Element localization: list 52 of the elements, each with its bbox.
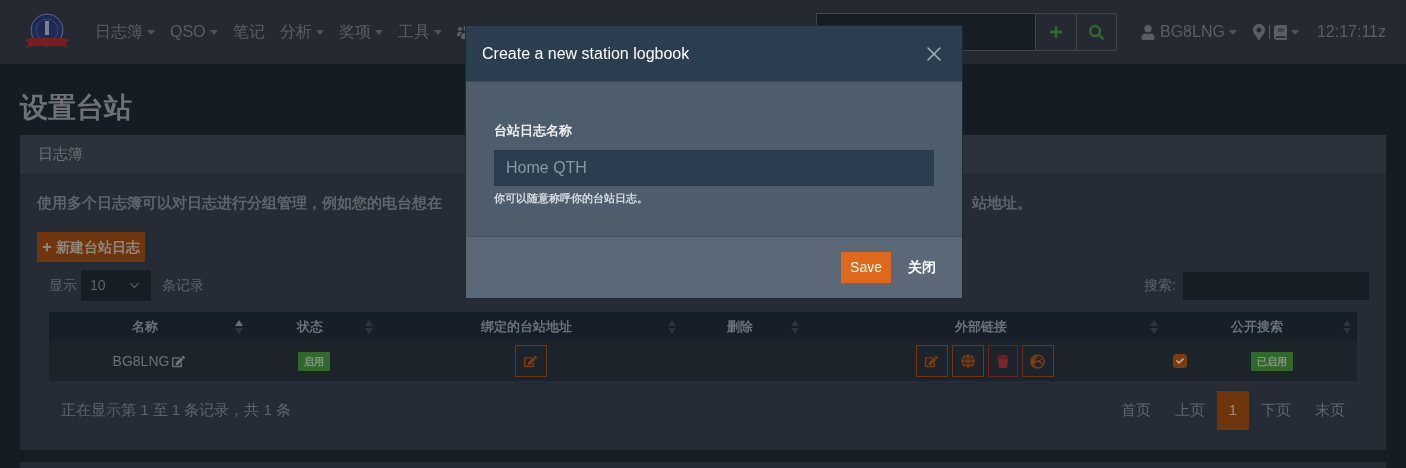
add-button[interactable] [1036,13,1076,51]
pagination-button[interactable]: 1 [1216,391,1249,430]
logbook-menu[interactable] [1273,24,1299,40]
page-title: 设置台站 [20,91,133,125]
book-icon [1273,24,1287,40]
column-header[interactable]: 公开搜索 [1170,316,1343,337]
page-length-select[interactable]: 10 [81,270,151,301]
public-checkbox[interactable] [1173,354,1187,368]
station-name: BG8LNG [112,351,170,371]
edit-location-button[interactable] [514,345,547,377]
caret-icon [1228,29,1237,35]
check-icon [1176,357,1184,365]
description-text: 使用多个日志簿可以对日志进行分组管理，例如您的电台想在 [37,193,442,213]
map-marker-icon[interactable] [1252,24,1265,40]
card-title: 日志簿 [38,144,83,165]
search-icon [1089,24,1104,40]
pagination-button[interactable]: 末页 [1303,391,1357,430]
globe-button[interactable] [951,345,984,377]
description-text: 站地址。 [972,193,1032,213]
status-badge: 启用 [298,351,330,371]
column-header[interactable]: 名称 [55,316,235,337]
edit-button[interactable] [915,345,948,377]
caret-icon [1290,29,1299,35]
modal-title: Create a new station logbook [482,43,690,64]
edit-icon [524,354,537,368]
field-label: 台站日志名称 [494,122,573,140]
search-label: 搜索: [1144,276,1176,295]
globe-icon [1030,353,1045,369]
save-button[interactable]: Save [841,252,891,283]
status-badge: 已启用 [1251,351,1293,371]
column-header[interactable]: 外部链接 [811,316,1150,337]
plus-icon [42,242,52,252]
plus-icon [1049,25,1063,39]
pagination-button[interactable]: 下页 [1249,391,1303,430]
close-button[interactable]: 关闭 [899,252,945,283]
globe-button[interactable] [1021,345,1054,377]
column-header[interactable]: 状态 [255,316,365,337]
search-button[interactable] [1076,13,1117,51]
globe-icon [960,354,975,368]
logbook-name-field[interactable]: Home QTH [494,149,934,186]
column-header[interactable]: 删除 [688,316,791,337]
pagination-button[interactable]: 上页 [1162,391,1217,430]
trash-icon [996,354,1009,368]
delete-button[interactable] [987,345,1018,377]
help-text: 你可以随意称呼你的台站日志。 [494,190,649,206]
edit-icon [925,354,938,368]
new-logbook-button[interactable]: 新建台站日志 [37,232,145,262]
pagination-button[interactable]: 首页 [1108,391,1163,430]
sort-icon[interactable] [235,318,243,335]
user-icon [1141,24,1155,40]
column-header[interactable]: 绑定的台站地址 [385,316,668,337]
edit-icon[interactable] [172,354,186,368]
